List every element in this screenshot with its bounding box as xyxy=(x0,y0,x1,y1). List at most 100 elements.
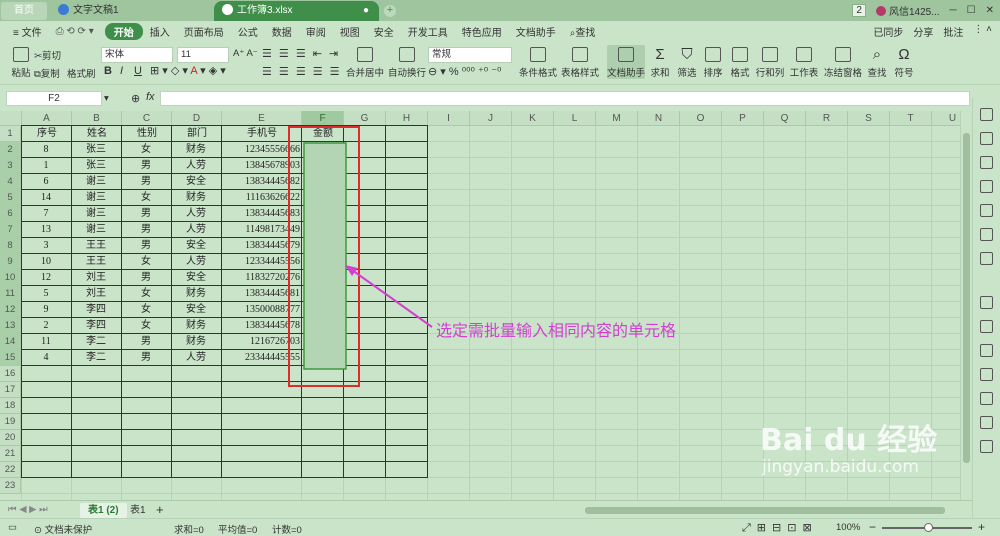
table-cell[interactable]: 男 xyxy=(122,350,170,366)
header-cell[interactable]: 金额 xyxy=(302,126,344,142)
align-left-icon[interactable]: ☰ ☰ ☰ ☰ ☰ xyxy=(262,65,342,78)
column-header-h[interactable]: H xyxy=(386,111,428,126)
file-menu[interactable]: ≡ 文件 xyxy=(6,24,49,39)
sync-status[interactable]: 已同步 xyxy=(873,24,903,39)
table-cell[interactable]: 11 xyxy=(22,334,70,350)
table-cell[interactable]: 男 xyxy=(122,174,170,190)
row-header-1[interactable]: 1 xyxy=(0,126,21,142)
table-cell[interactable]: 人劳 xyxy=(172,206,220,222)
table-cell[interactable]: 人劳 xyxy=(172,254,220,270)
menu-item-security[interactable]: 安全 xyxy=(367,24,401,39)
zoom-slider[interactable] xyxy=(882,523,972,532)
column-header-t[interactable]: T xyxy=(890,111,932,126)
table-cell[interactable]: 9 xyxy=(22,302,70,318)
scrollbar-thumb[interactable] xyxy=(963,133,970,463)
table-cell[interactable]: 2 xyxy=(22,318,70,334)
undo-icon[interactable]: ⎙ ⟲ ⟳ ▾ xyxy=(49,26,101,37)
row-header-10[interactable]: 10 xyxy=(0,270,21,286)
table-cell[interactable]: 人劳 xyxy=(172,158,220,174)
select-all-corner[interactable] xyxy=(0,111,22,126)
table-cell[interactable]: 财务 xyxy=(172,318,220,334)
merge-center-button[interactable]: 合并居中 xyxy=(344,47,386,79)
table-cell[interactable]: 谢三 xyxy=(72,206,120,222)
row-header-3[interactable]: 3 xyxy=(0,158,21,174)
sheet-tab-2[interactable]: 表1 xyxy=(122,503,154,518)
table-cell[interactable]: 11163626622 xyxy=(222,190,300,206)
table-cell[interactable]: 13834445683 xyxy=(222,206,300,222)
table-cell[interactable]: 12345556666 xyxy=(222,142,300,158)
table-cell[interactable]: 李二 xyxy=(72,350,120,366)
number-format-select[interactable]: 常规 xyxy=(428,47,512,63)
shield-icon[interactable] xyxy=(980,392,993,405)
share-button[interactable]: 分享 xyxy=(913,24,933,39)
crop-icon[interactable] xyxy=(980,320,993,333)
table-cell[interactable]: 男 xyxy=(122,238,170,254)
zoom-level[interactable]: 100% xyxy=(836,522,860,533)
row-header-16[interactable]: 16 xyxy=(0,366,21,382)
table-cell[interactable]: 安全 xyxy=(172,238,220,254)
menu-item-developer[interactable]: 开发工具 xyxy=(401,24,455,39)
table-cell[interactable]: 安全 xyxy=(172,174,220,190)
column-header-s[interactable]: S xyxy=(848,111,890,126)
table-cell[interactable]: 3 xyxy=(22,238,70,254)
table-cell[interactable]: 10 xyxy=(22,254,70,270)
chart-icon[interactable] xyxy=(980,204,993,217)
table-cell[interactable]: 4 xyxy=(22,350,70,366)
column-header-b[interactable]: B xyxy=(72,111,122,126)
wrap-text-button[interactable]: 自动换行 xyxy=(386,47,428,79)
table-cell[interactable]: 13834445681 xyxy=(222,286,300,302)
sheet-nav-icon[interactable]: ⏮ ◀ ▶ ⏭ xyxy=(8,504,48,515)
column-header-q[interactable]: Q xyxy=(764,111,806,126)
table-cell[interactable]: 23344445555 xyxy=(222,350,300,366)
table-cell[interactable]: 财务 xyxy=(172,142,220,158)
table-cell[interactable]: 安全 xyxy=(172,270,220,286)
table-cell[interactable]: 男 xyxy=(122,206,170,222)
header-cell[interactable]: 姓名 xyxy=(72,126,122,142)
table-cell[interactable]: 李二 xyxy=(72,334,120,350)
table-cell[interactable]: 7 xyxy=(22,206,70,222)
format-painter-button[interactable]: 格式刷 xyxy=(67,66,96,80)
row-header-8[interactable]: 8 xyxy=(0,238,21,254)
maximize-button[interactable]: ☐ xyxy=(967,5,976,16)
row-header-18[interactable]: 18 xyxy=(0,398,21,414)
bar-chart-icon[interactable] xyxy=(980,228,993,241)
table-cell[interactable]: 男 xyxy=(122,270,170,286)
menu-item-home[interactable]: 开始 xyxy=(104,22,143,40)
menu-item-insert[interactable]: 插入 xyxy=(143,24,177,39)
menu-item-data[interactable]: 数据 xyxy=(265,24,299,39)
archive-icon[interactable] xyxy=(980,344,993,357)
chevron-down-icon[interactable]: ▾ xyxy=(104,93,109,104)
row-header-7[interactable]: 7 xyxy=(0,222,21,238)
row-header-23[interactable]: 23 xyxy=(0,478,21,494)
table-cell[interactable]: 女 xyxy=(122,302,170,318)
table-cell[interactable]: 11832720276 xyxy=(222,270,300,286)
underline-button[interactable]: U xyxy=(134,65,142,77)
formula-input[interactable] xyxy=(160,91,970,106)
align-top-icon[interactable]: ☰ ☰ ☰ ⇤ ⇥ xyxy=(262,47,340,60)
row-header-21[interactable]: 21 xyxy=(0,446,21,462)
table-cell[interactable]: 谢三 xyxy=(72,222,120,238)
minimize-button[interactable]: ─ xyxy=(950,5,957,16)
column-header-g[interactable]: G xyxy=(344,111,386,126)
tab-workbook[interactable]: 工作簿3.xlsx ● xyxy=(214,1,379,21)
column-header-m[interactable]: M xyxy=(596,111,638,126)
table-cell[interactable]: 人劳 xyxy=(172,350,220,366)
view-mode-icon[interactable]: ⤢⊞⊟⊡⊠ xyxy=(742,521,818,535)
row-header-9[interactable]: 9 xyxy=(0,254,21,270)
currency-icon[interactable]: ⊖ ▾ % ⁰⁰⁰ ⁺⁰ ⁻⁰ xyxy=(428,65,501,78)
column-header-c[interactable]: C xyxy=(122,111,172,126)
vertical-scrollbar[interactable] xyxy=(960,111,972,500)
row-header-2[interactable]: 2 xyxy=(0,142,21,158)
row-header-14[interactable]: 14 xyxy=(0,334,21,350)
header-cell[interactable]: 部门 xyxy=(172,126,222,142)
table-cell[interactable]: 安全 xyxy=(172,302,220,318)
sum-button[interactable]: Σ 求和 xyxy=(647,47,673,80)
column-header-j[interactable]: J xyxy=(470,111,512,126)
row-header-13[interactable]: 13 xyxy=(0,318,21,334)
symbol-button[interactable]: Ω 符号 xyxy=(890,47,918,80)
sheet-tab-1[interactable]: 表1 (2) xyxy=(80,503,127,518)
table-cell[interactable]: 男 xyxy=(122,222,170,238)
table-cell[interactable]: 王王 xyxy=(72,238,120,254)
font-size-select[interactable]: 11 xyxy=(177,47,229,63)
zoom-in-button[interactable]: + xyxy=(978,520,985,534)
